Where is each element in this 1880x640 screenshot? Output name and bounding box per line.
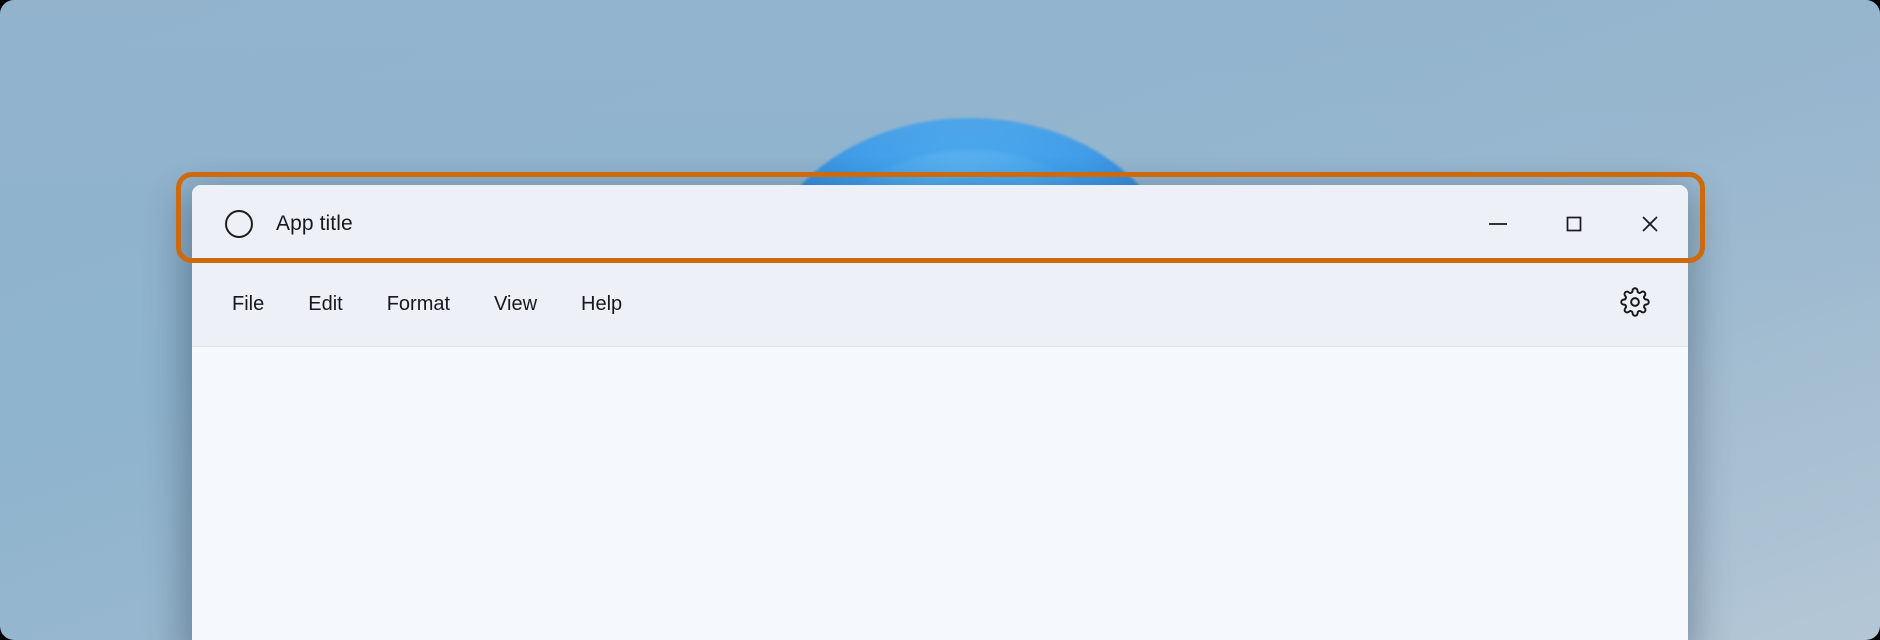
menu-item-format[interactable]: Format (365, 285, 472, 324)
minimize-icon (1486, 212, 1510, 236)
menu-item-view[interactable]: View (472, 285, 559, 324)
content-area[interactable] (192, 347, 1688, 640)
close-icon (1638, 212, 1662, 236)
gear-icon (1620, 287, 1650, 322)
settings-button[interactable] (1612, 282, 1658, 328)
page-title: App title (276, 212, 353, 235)
window-controls (1460, 185, 1688, 263)
minimize-button[interactable] (1460, 185, 1536, 263)
circle-icon (225, 210, 253, 238)
title-bar[interactable]: App title (192, 185, 1688, 263)
close-button[interactable] (1612, 185, 1688, 263)
maximize-button[interactable] (1536, 185, 1612, 263)
menu-bar: File Edit Format View Help (192, 263, 1688, 347)
menu-item-help[interactable]: Help (559, 285, 644, 324)
maximize-icon (1562, 212, 1586, 236)
menu-item-list: File Edit Format View Help (210, 285, 644, 324)
menu-item-file[interactable]: File (210, 285, 286, 324)
application-window: App title File Edit Format View Help (192, 185, 1688, 640)
menu-item-edit[interactable]: Edit (286, 285, 364, 324)
screen: App title File Edit Format View Help (0, 0, 1880, 640)
